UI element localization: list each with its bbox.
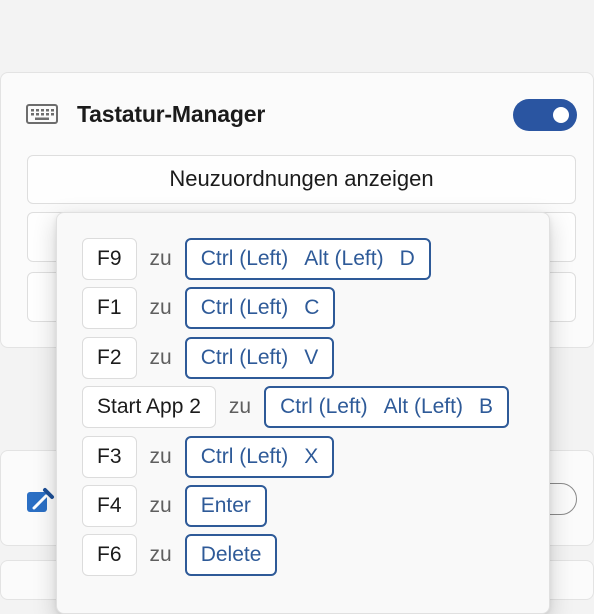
target-keys: Enter bbox=[184, 485, 267, 527]
target-key: B bbox=[478, 395, 493, 418]
keyboard-icon bbox=[26, 104, 58, 124]
module-enable-toggle[interactable] bbox=[513, 99, 577, 131]
target-key: Ctrl (Left) bbox=[200, 346, 289, 369]
remap-row: F9 zu Ctrl (Left) Alt (Left) D bbox=[82, 238, 431, 280]
source-key: F9 bbox=[82, 238, 137, 280]
show-remappings-button[interactable]: Neuzuordnungen anzeigen bbox=[27, 155, 576, 204]
target-key: X bbox=[304, 445, 319, 468]
target-key: Delete bbox=[200, 543, 262, 566]
target-key: Ctrl (Left) bbox=[280, 395, 368, 418]
target-key: C bbox=[304, 296, 320, 319]
connector-label: zu bbox=[149, 346, 172, 369]
target-keys: Ctrl (Left) Alt (Left) B bbox=[264, 386, 509, 428]
connector-label: zu bbox=[228, 395, 252, 418]
toggle-knob bbox=[553, 107, 569, 123]
target-key: V bbox=[304, 346, 319, 369]
source-key: F2 bbox=[82, 337, 137, 379]
color-picker-icon bbox=[27, 488, 54, 512]
remap-row: F3 zu Ctrl (Left) X bbox=[82, 436, 335, 478]
connector-label: zu bbox=[149, 247, 172, 270]
connector-label: zu bbox=[149, 296, 172, 319]
target-key: Alt (Left) bbox=[304, 247, 384, 270]
remap-row: Start App 2 zu Ctrl (Left) Alt (Left) B bbox=[82, 386, 509, 428]
target-key: Ctrl (Left) bbox=[200, 296, 289, 319]
target-keys: Ctrl (Left) X bbox=[184, 436, 335, 478]
source-key: Start App 2 bbox=[82, 386, 216, 428]
source-key: F3 bbox=[82, 436, 137, 478]
target-key: Alt (Left) bbox=[383, 395, 463, 418]
module-title: Tastatur-Manager bbox=[77, 101, 266, 127]
target-keys: Ctrl (Left) C bbox=[184, 287, 336, 329]
connector-label: zu bbox=[149, 543, 172, 566]
target-key: D bbox=[399, 247, 415, 270]
remap-row: F1 zu Ctrl (Left) C bbox=[82, 287, 336, 329]
target-keys: Ctrl (Left) Alt (Left) D bbox=[184, 238, 431, 280]
remap-row: F6 zu Delete bbox=[82, 534, 278, 576]
target-keys: Delete bbox=[184, 534, 278, 576]
source-key: F4 bbox=[82, 485, 137, 527]
target-keys: Ctrl (Left) V bbox=[184, 337, 335, 379]
target-key: Ctrl (Left) bbox=[200, 445, 289, 468]
target-key: Ctrl (Left) bbox=[200, 247, 289, 270]
remap-row: F4 zu Enter bbox=[82, 485, 267, 527]
target-key: Enter bbox=[200, 494, 251, 517]
source-key: F6 bbox=[82, 534, 137, 576]
remap-row: F2 zu Ctrl (Left) V bbox=[82, 337, 335, 379]
connector-label: zu bbox=[149, 445, 172, 468]
connector-label: zu bbox=[149, 494, 172, 517]
source-key: F1 bbox=[82, 287, 137, 329]
